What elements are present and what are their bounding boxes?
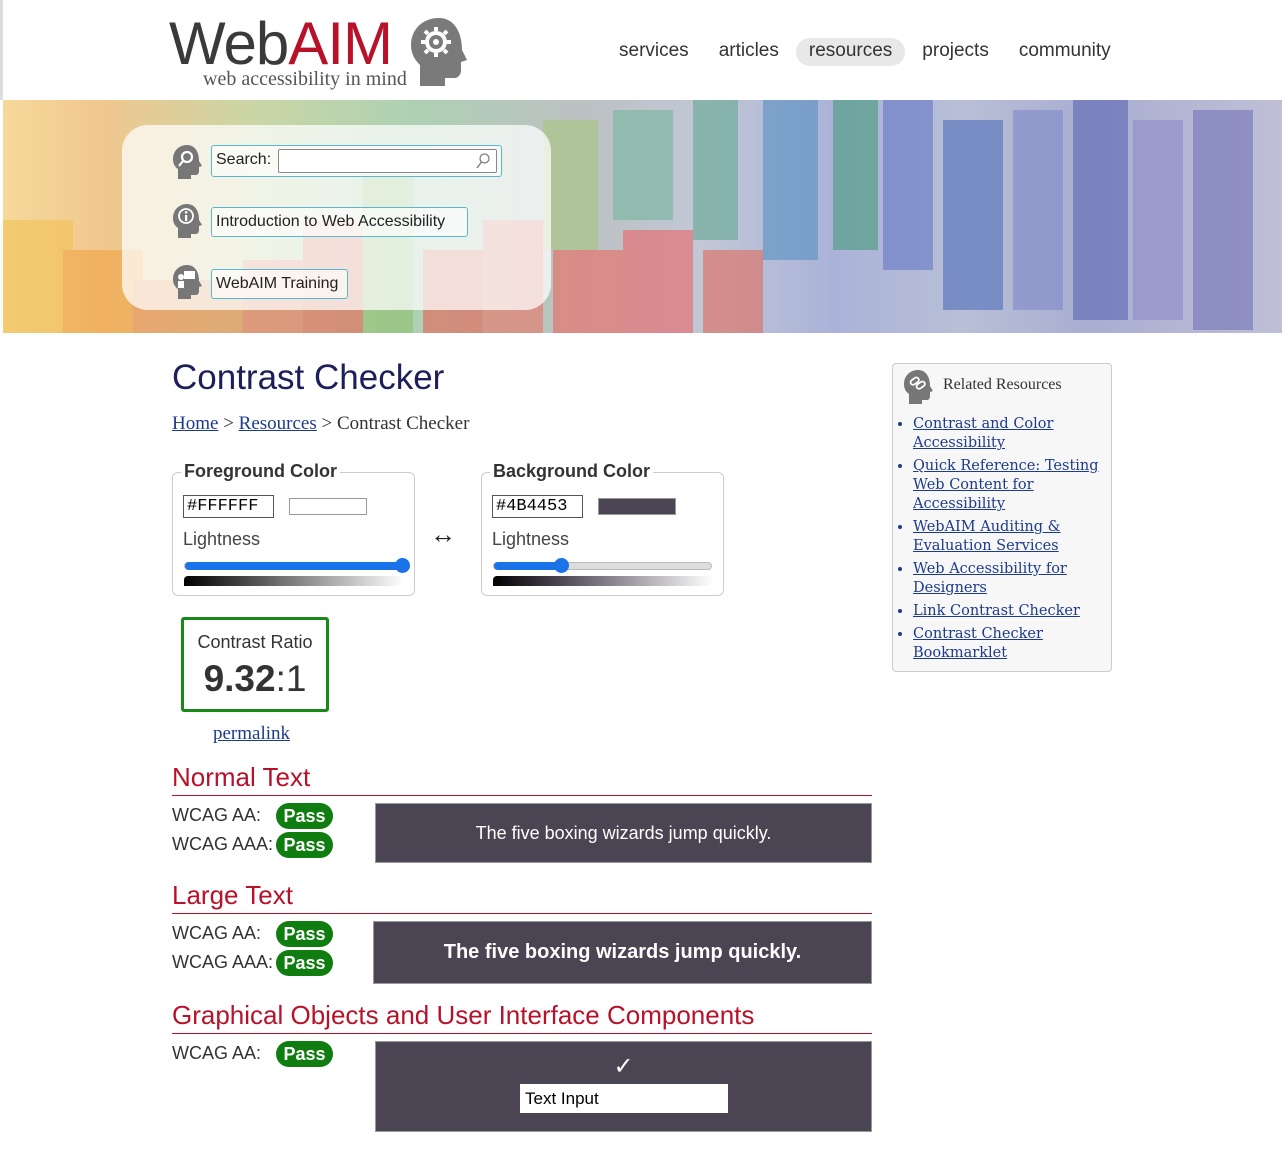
normal-aa-badge: Pass (276, 803, 333, 829)
background-legend: Background Color (490, 461, 654, 482)
link-head-icon (904, 370, 933, 404)
foreground-hex-input[interactable]: #FFFFFF (183, 495, 274, 518)
foreground-legend: Foreground Color (181, 461, 340, 482)
search-label: Search: (216, 151, 272, 168)
training-head-icon (173, 265, 202, 299)
normal-aaa-badge: Pass (276, 832, 333, 858)
nav-articles[interactable]: articles (706, 38, 792, 66)
related-link-quick-reference[interactable]: Quick Reference: Testing Web Content for… (913, 458, 1099, 512)
intro-link[interactable]: Introduction to Web Accessibility (211, 207, 468, 237)
related-link-auditing[interactable]: WebAIM Auditing & Evaluation Services (913, 519, 1061, 554)
logo-aim-text: AIM (288, 10, 393, 77)
normal-text-heading: Normal Text (172, 762, 311, 792)
breadcrumb-home[interactable]: Home (172, 413, 218, 434)
head-gear-icon (411, 18, 467, 86)
nav-community[interactable]: community (1006, 38, 1124, 66)
contrast-ratio-box: Contrast Ratio 9.32:1 (181, 617, 329, 712)
info-head-icon (173, 204, 202, 238)
background-slider-fill (494, 562, 562, 570)
breadcrumb-separator: > (316, 413, 337, 434)
background-slider-thumb[interactable] (554, 558, 570, 573)
background-color-swatch[interactable] (598, 498, 676, 515)
foreground-color-panel: Foreground Color #FFFFFF Lightness (172, 461, 415, 596)
background-color-panel: Background Color #4B4453 Lightness (481, 461, 724, 596)
list-item: Contrast Checker Bookmarklet (913, 625, 1103, 663)
normal-text-sample: The five boxing wizards jump quickly. (375, 803, 872, 863)
breadcrumb: Home > Resources > Contrast Checker (172, 413, 469, 435)
list-item: Quick Reference: Testing Web Content for… (913, 457, 1103, 514)
related-link-link-contrast[interactable]: Link Contrast Checker (913, 603, 1080, 619)
breadcrumb-resources[interactable]: Resources (239, 413, 317, 434)
list-item: Contrast and Color Accessibility (913, 415, 1103, 453)
breadcrumb-separator: > (218, 413, 239, 434)
foreground-slider-thumb[interactable] (395, 558, 410, 573)
normal-aaa-label: WCAG AAA: (172, 834, 274, 854)
graphical-aa-badge: Pass (276, 1041, 333, 1067)
search-input[interactable] (278, 149, 497, 173)
list-item: WebAIM Auditing & Evaluation Services (913, 518, 1103, 556)
checkmark-icon: ✓ (613, 1053, 634, 1080)
logo-web-text: Web (169, 10, 289, 77)
large-aaa-label: WCAG AAA: (172, 952, 274, 972)
training-link[interactable]: WebAIM Training (211, 269, 348, 299)
foreground-lightness-label: Lightness (183, 529, 261, 549)
background-lightness-label: Lightness (492, 529, 570, 549)
related-resources-list: Contrast and Color Accessibility Quick R… (913, 415, 1103, 667)
logo-tagline: web accessibility in mind (203, 68, 407, 90)
page-title: Contrast Checker (172, 358, 445, 397)
related-link-contrast-color[interactable]: Contrast and Color Accessibility (913, 416, 1053, 451)
swap-colors-icon[interactable]: ↔ (430, 519, 456, 550)
related-link-designers[interactable]: Web Accessibility for Designers (913, 561, 1067, 596)
section-divider (172, 913, 872, 914)
large-aaa-badge: Pass (276, 950, 333, 976)
large-aa-badge: Pass (276, 921, 333, 947)
main-nav: services articles resources projects com… (606, 38, 1124, 66)
site-header: WebAIM web accessibility in mind service… (0, 0, 1282, 100)
background-lightness-slider[interactable] (493, 558, 712, 573)
large-aa-label: WCAG AA: (172, 923, 262, 943)
foreground-color-swatch[interactable] (289, 498, 367, 515)
background-hex-input[interactable]: #4B4453 (492, 495, 583, 518)
nav-resources[interactable]: resources (795, 38, 906, 66)
sidebar-title: Related Resources (943, 376, 1062, 393)
list-item: Web Accessibility for Designers (913, 560, 1103, 598)
breadcrumb-current: Contrast Checker (336, 413, 470, 434)
webaim-logo[interactable]: WebAIM web accessibility in mind (169, 12, 469, 92)
large-text-heading: Large Text (172, 880, 293, 910)
nav-services[interactable]: services (606, 38, 702, 66)
contrast-ratio-label: Contrast Ratio (197, 632, 313, 652)
foreground-lightness-slider[interactable] (184, 558, 410, 573)
large-text-sample: The five boxing wizards jump quickly. (373, 921, 872, 984)
search-head-icon (173, 145, 202, 179)
graphical-objects-sample: ✓ Text Input (375, 1041, 872, 1132)
sample-text-input[interactable]: Text Input (520, 1084, 728, 1113)
permalink-link[interactable]: permalink (213, 723, 290, 745)
graphical-objects-heading: Graphical Objects and User Interface Com… (172, 1000, 755, 1030)
normal-aa-label: WCAG AA: (172, 805, 262, 825)
background-lightness-gradient (493, 576, 713, 586)
list-item: Link Contrast Checker (913, 602, 1103, 621)
section-divider (172, 1033, 872, 1034)
nav-projects[interactable]: projects (909, 38, 1002, 66)
contrast-ratio-value: 9.32:1 (203, 658, 307, 699)
related-resources-sidebar: Related Resources Contrast and Color Acc… (892, 363, 1112, 672)
section-divider (172, 795, 872, 796)
foreground-slider-fill (185, 562, 402, 570)
related-link-bookmarklet[interactable]: Contrast Checker Bookmarklet (913, 626, 1043, 661)
search-icon[interactable] (476, 153, 490, 169)
graphical-aa-label: WCAG AA: (172, 1043, 262, 1063)
foreground-lightness-gradient (184, 576, 404, 586)
